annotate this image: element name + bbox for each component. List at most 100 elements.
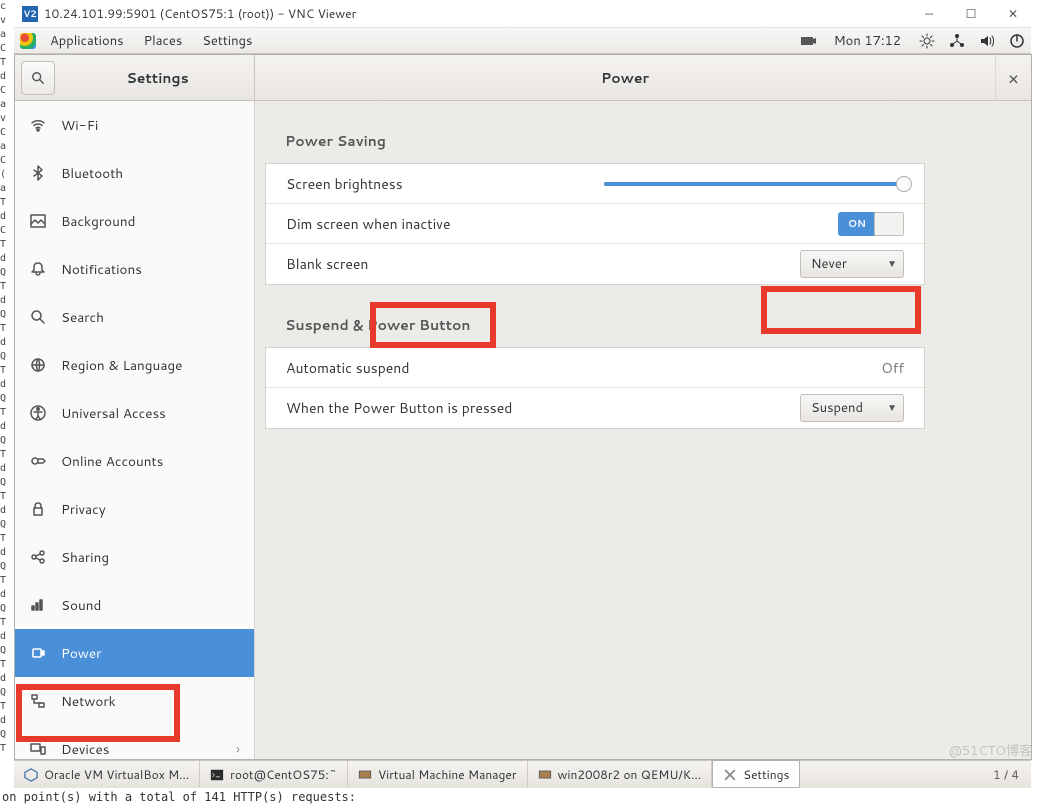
section-power-saving: Screen brightness Dim screen when inacti… — [265, 163, 925, 285]
terminal-icon — [210, 768, 224, 782]
clock[interactable]: Mon 17:12 — [830, 32, 905, 50]
sidebar-item-label: Sharing — [61, 548, 109, 567]
sidebar-item-label: Online Accounts — [61, 452, 163, 471]
row-auto-suspend[interactable]: Automatic suspend Off — [266, 348, 924, 388]
chevron-down-icon: ▼ — [887, 257, 897, 271]
sidebar-item-label: Wi-Fi — [61, 116, 98, 135]
sidebar-item-label: Power — [61, 644, 101, 663]
task-terminal[interactable]: root@CentOS75:~ — [200, 761, 348, 788]
gnome-logo-icon — [20, 33, 36, 49]
window-close-button[interactable]: × — [995, 55, 1031, 100]
dropdown-value: Never — [811, 255, 887, 273]
sidebar-item-label: Network — [61, 692, 116, 711]
minimize-button[interactable]: — — [919, 5, 939, 22]
task-virtualbox[interactable]: Oracle VM VirtualBox M... — [14, 761, 200, 788]
online-accounts-icon — [29, 452, 47, 470]
section-title-power-saving: Power Saving — [255, 101, 1031, 163]
sidebar-item-region[interactable]: Region & Language — [15, 341, 254, 389]
network-tray-icon[interactable] — [949, 33, 965, 49]
search-icon — [29, 308, 47, 326]
taskbar: Oracle VM VirtualBox M... root@CentOS75:… — [14, 760, 1031, 788]
background-icon — [29, 212, 47, 230]
sidebar-item-label: Region & Language — [61, 356, 182, 375]
settings-window: Settings Power × Wi-Fi Bluetooth Backgro… — [14, 54, 1032, 760]
task-label: Settings — [743, 766, 789, 783]
task-win2008r2[interactable]: win2008r2 on QEMU/K... — [528, 761, 713, 788]
search-icon — [31, 71, 45, 85]
sidebar-item-label: Bluetooth — [61, 164, 123, 183]
sidebar-item-label: Privacy — [61, 500, 106, 519]
content-pane: Power Saving Screen brightness Dim scree… — [255, 101, 1031, 759]
sidebar-item-search[interactable]: Search — [15, 293, 254, 341]
terminal-background-strip: cvaCTdCavCaC(aTdCTdQTdQTdQTdQTdQTdQTdQTd… — [0, 0, 14, 807]
sidebar-item-sharing[interactable]: Sharing — [15, 533, 254, 581]
sidebar-item-label: Search — [61, 308, 104, 327]
gnome-topbar: Applications Places Settings Mon 17:12 — [14, 28, 1031, 54]
sidebar-item-devices[interactable]: Devices › — [15, 725, 254, 759]
search-button[interactable] — [21, 61, 55, 95]
task-virt-manager[interactable]: Virtual Machine Manager — [348, 761, 528, 788]
switch-state-label: ON — [848, 217, 866, 231]
sidebar-item-online[interactable]: Online Accounts — [15, 437, 254, 485]
wifi-icon — [29, 116, 47, 134]
header-bar: Settings Power × — [15, 55, 1031, 101]
sidebar-item-label: Devices — [61, 740, 109, 759]
volume-tray-icon[interactable] — [979, 33, 995, 49]
blank-screen-dropdown[interactable]: Never ▼ — [800, 250, 904, 278]
vnc-titlebar: V2 10.24.101.99:5901 (CentOS75:1 (root))… — [14, 0, 1031, 28]
label-brightness: Screen brightness — [286, 174, 403, 194]
workspace-indicator[interactable]: 1 / 4 — [981, 761, 1031, 788]
sidebar: Wi-Fi Bluetooth Background Notifications… — [15, 101, 255, 759]
sound-icon — [29, 596, 47, 614]
row-power-button: When the Power Button is pressed Suspend… — [266, 388, 924, 428]
menu-places[interactable]: Places — [134, 32, 193, 50]
universal-access-icon — [29, 404, 47, 422]
section-suspend: Automatic suspend Off When the Power But… — [265, 347, 925, 429]
label-blank: Blank screen — [286, 254, 368, 274]
virt-manager-icon — [358, 768, 372, 782]
settings-icon — [723, 767, 737, 781]
brightness-slider[interactable] — [604, 182, 904, 186]
brightness-tray-icon[interactable] — [919, 33, 935, 49]
task-settings[interactable]: Settings — [712, 760, 800, 788]
sidebar-item-network[interactable]: Network — [15, 677, 254, 725]
network-icon — [29, 692, 47, 710]
sidebar-item-bluetooth[interactable]: Bluetooth — [15, 149, 254, 197]
chevron-right-icon: › — [236, 739, 240, 759]
sharing-icon — [29, 548, 47, 566]
maximize-button[interactable]: ☐ — [961, 5, 981, 22]
power-tray-icon[interactable] — [1009, 33, 1025, 49]
vnc-icon: V2 — [22, 6, 38, 22]
row-blank: Blank screen Never ▼ — [266, 244, 924, 284]
sidebar-item-sound[interactable]: Sound — [15, 581, 254, 629]
sidebar-item-label: Notifications — [61, 260, 142, 279]
close-button[interactable]: ✕ — [1003, 5, 1023, 22]
region-icon — [29, 356, 47, 374]
row-dim: Dim screen when inactive ON — [266, 204, 924, 244]
row-brightness: Screen brightness — [266, 164, 924, 204]
power-button-dropdown[interactable]: Suspend ▼ — [800, 394, 904, 422]
chevron-down-icon: ▼ — [887, 401, 897, 415]
sidebar-item-background[interactable]: Background — [15, 197, 254, 245]
slider-thumb[interactable] — [896, 176, 912, 192]
sidebar-item-wifi[interactable]: Wi-Fi — [15, 101, 254, 149]
sidebar-item-power[interactable]: Power — [15, 629, 254, 677]
menu-applications[interactable]: Applications — [40, 32, 134, 50]
sidebar-item-universal[interactable]: Universal Access — [15, 389, 254, 437]
label-auto-suspend: Automatic suspend — [286, 358, 409, 378]
bluetooth-icon — [29, 164, 47, 182]
page-title: Power — [255, 55, 995, 100]
auto-suspend-value: Off — [881, 358, 904, 378]
sidebar-item-notifications[interactable]: Notifications — [15, 245, 254, 293]
dim-switch[interactable]: ON — [838, 212, 904, 236]
sidebar-item-label: Universal Access — [61, 404, 166, 423]
terminal-bottom-text: on point(s) with a total of 141 HTTP(s) … — [0, 790, 1040, 804]
sidebar-item-privacy[interactable]: Privacy — [15, 485, 254, 533]
menu-settings[interactable]: Settings — [192, 32, 262, 50]
camera-tray-icon[interactable] — [800, 33, 816, 49]
devices-icon — [29, 740, 47, 758]
task-label: Oracle VM VirtualBox M... — [44, 766, 189, 783]
back-title[interactable]: Settings — [61, 68, 254, 88]
task-label: Virtual Machine Manager — [378, 766, 517, 783]
sidebar-item-label: Sound — [61, 596, 101, 615]
